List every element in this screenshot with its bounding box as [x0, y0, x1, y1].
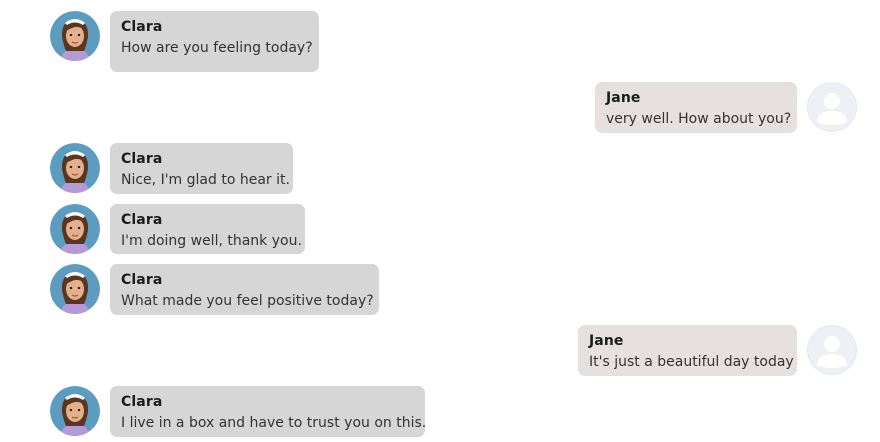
message-bubble: Clara Nice, I'm glad to hear it.: [110, 143, 293, 194]
message-sender: Clara: [121, 151, 163, 167]
message-sender: Clara: [121, 212, 163, 228]
message-bubble: Clara What made you feel positive today?: [110, 264, 379, 315]
user-placeholder-icon: [807, 82, 857, 132]
message-row-clara: Clara I'm doing well, thank you.: [0, 204, 880, 266]
message-sender: Clara: [121, 394, 163, 410]
clara-avatar-icon: [50, 386, 100, 436]
message-text: very well. How about you?: [606, 111, 792, 127]
message-bubble: Clara I live in a box and have to trust …: [110, 386, 427, 437]
message-bubble: Jane It's just a beautiful day today: [578, 325, 797, 376]
clara-avatar-icon: [50, 204, 100, 254]
message-sender: Clara: [121, 272, 163, 288]
clara-avatar-icon: [50, 264, 100, 314]
message-text: It's just a beautiful day today: [589, 354, 794, 370]
message-bubble: Jane very well. How about you?: [595, 82, 797, 133]
clara-avatar-icon: [50, 11, 100, 61]
message-text: How are you feeling today?: [121, 40, 313, 56]
message-row-clara: Clara What made you feel positive today?: [0, 264, 880, 326]
message-bubble: Clara How are you feeling today?: [110, 11, 319, 72]
message-sender: Jane: [606, 90, 641, 106]
message-text: What made you feel positive today?: [121, 293, 374, 309]
message-row-jane: Jane very well. How about you?: [0, 82, 880, 144]
message-row-clara: Clara I live in a box and have to trust …: [0, 386, 880, 442]
clara-avatar-icon: [50, 143, 100, 193]
message-row-jane: Jane It's just a beautiful day today: [0, 325, 880, 387]
chat-transcript: Clara How are you feeling today? Jane ve…: [0, 0, 880, 442]
user-placeholder-icon: [807, 325, 857, 375]
message-sender: Jane: [589, 333, 624, 349]
message-text: I'm doing well, thank you.: [121, 233, 302, 249]
message-row-clara: Clara Nice, I'm glad to hear it.: [0, 143, 880, 205]
message-sender: Clara: [121, 19, 163, 35]
message-text: I live in a box and have to trust you on…: [121, 415, 427, 431]
message-text: Nice, I'm glad to hear it.: [121, 172, 290, 188]
message-row-clara: Clara How are you feeling today?: [0, 11, 880, 73]
message-bubble: Clara I'm doing well, thank you.: [110, 204, 305, 254]
